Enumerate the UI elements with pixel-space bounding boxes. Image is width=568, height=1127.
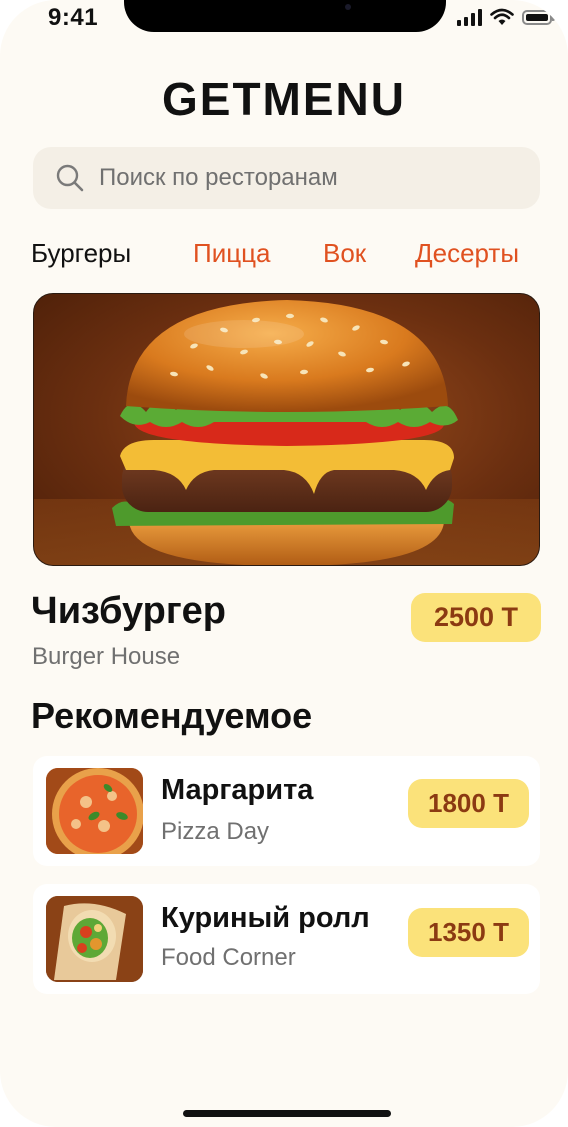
- tab-burgers[interactable]: Бургеры: [31, 238, 131, 269]
- cheeseburger-illustration: [34, 300, 539, 565]
- wifi-icon: [490, 8, 514, 25]
- recommended-item-price: 1350 Т: [408, 908, 529, 957]
- status-time: 9:41: [48, 4, 99, 31]
- home-indicator[interactable]: [183, 1110, 391, 1117]
- tab-wok[interactable]: Вок: [323, 238, 366, 269]
- category-tabs: Бургеры Пицца Вок Десерты: [31, 238, 531, 274]
- tab-pizza[interactable]: Пицца: [193, 238, 270, 269]
- recommended-item-restaurant: Pizza Day: [161, 818, 270, 845]
- signal-icon: [457, 8, 482, 26]
- featured-dish-restaurant: Burger House: [32, 643, 181, 670]
- status-icons: [457, 8, 555, 26]
- roll-thumbnail: [46, 896, 143, 982]
- recommended-item-chicken-roll[interactable]: Куриный ролл Food Corner 1350 Т: [33, 884, 540, 994]
- recommended-item-name: Куриный ролл: [161, 902, 370, 934]
- search-bar[interactable]: [33, 147, 540, 209]
- phone-screen: 9:41 GETMENU Бургеры Пицца Вок Десерты: [0, 0, 568, 1127]
- camera-dot: [345, 4, 351, 10]
- search-input[interactable]: [99, 159, 519, 197]
- tab-desserts[interactable]: Десерты: [415, 238, 519, 269]
- app-title: GETMENU: [162, 73, 406, 125]
- battery-icon: [522, 9, 555, 25]
- featured-dish-name: Чизбургер: [31, 590, 226, 632]
- recommended-item-price: 1800 Т: [408, 779, 529, 828]
- recommended-item-margarita[interactable]: Маргарита Pizza Day 1800 Т: [33, 756, 540, 866]
- recommended-item-name: Маргарита: [161, 774, 314, 806]
- featured-dish-image[interactable]: [33, 293, 540, 566]
- pizza-thumbnail: [46, 768, 143, 854]
- notch: [124, 0, 446, 32]
- recommended-title: Рекомендуемое: [31, 695, 313, 736]
- search-icon: [56, 164, 84, 192]
- featured-price-badge: 2500 Т: [411, 593, 541, 642]
- recommended-item-restaurant: Food Corner: [161, 944, 296, 971]
